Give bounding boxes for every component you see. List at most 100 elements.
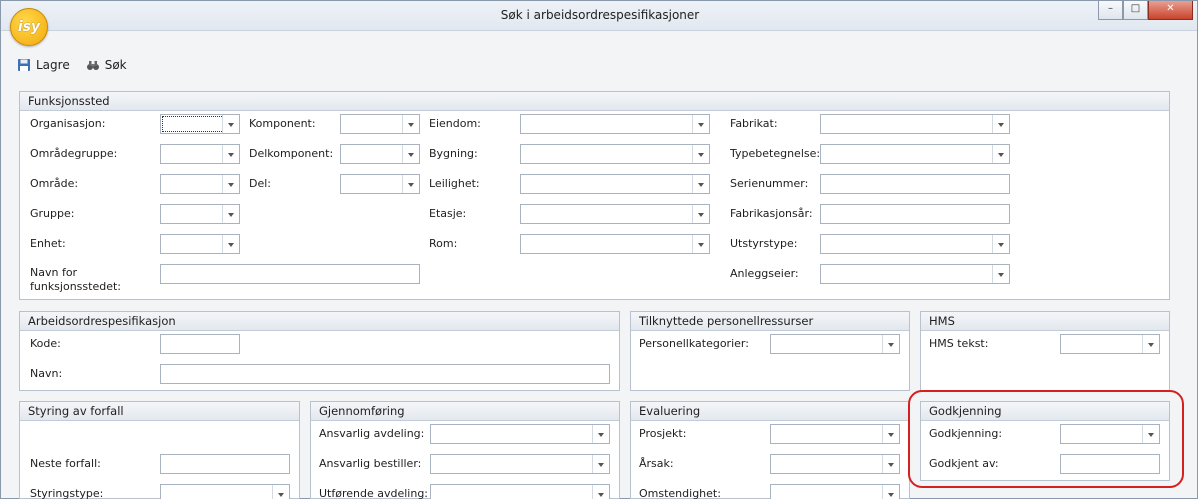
group-title: Tilknyttede personellressurser [631,312,909,331]
maximize-button[interactable]: □ [1123,1,1148,20]
chevron-down-icon[interactable] [222,115,239,133]
delkomponent-combo[interactable] [340,144,420,164]
label-navn: Navn: [30,367,63,380]
chevron-down-icon[interactable] [402,115,419,133]
arsak-combo[interactable] [770,454,900,474]
label-ansvarlig-avdeling: Ansvarlig avdeling: [319,427,425,440]
label-komponent: Komponent: [249,117,316,130]
chevron-down-icon[interactable] [882,425,899,443]
chevron-down-icon[interactable] [402,145,419,163]
fabrikat-combo[interactable] [820,114,1010,134]
bygning-combo[interactable] [520,144,710,164]
label-serienummer: Serienummer: [730,177,809,190]
omrade-combo[interactable] [160,174,240,194]
chevron-down-icon[interactable] [692,175,709,193]
chevron-down-icon[interactable] [402,175,419,193]
minimize-button[interactable]: – [1098,1,1123,20]
toolbar: Lagre Søk [1,51,1197,79]
label-arsak: Årsak: [639,457,674,470]
chevron-down-icon[interactable] [692,235,709,253]
isy-logo[interactable]: isy [10,8,48,46]
ansvarlig-avdeling-combo[interactable] [430,424,610,444]
hms-tekst-combo[interactable] [1060,334,1160,354]
chevron-down-icon[interactable] [222,235,239,253]
utstyrstype-combo[interactable] [820,234,1010,254]
label-personellkategorier: Personellkategorier: [639,337,749,350]
close-button[interactable]: ✕ [1148,1,1193,20]
typebetegnelse-combo[interactable] [820,144,1010,164]
prosjekt-combo[interactable] [770,424,900,444]
label-fabrikasjonsar: Fabrikasjonsår: [730,207,813,220]
label-neste-forfall: Neste forfall: [30,457,101,470]
chevron-down-icon[interactable] [222,145,239,163]
omstendighet-combo[interactable] [770,484,900,499]
label-anleggseier: Anleggseier: [730,267,799,280]
chevron-down-icon[interactable] [992,235,1009,253]
omradegruppe-combo[interactable] [160,144,240,164]
label-styringstype: Styringstype: [30,487,104,499]
chevron-down-icon[interactable] [692,205,709,223]
chevron-down-icon[interactable] [592,455,609,473]
rom-combo[interactable] [520,234,710,254]
etasje-combo[interactable] [520,204,710,224]
gruppe-combo[interactable] [160,204,240,224]
label-rom: Rom: [429,237,458,250]
kode-input[interactable] [160,334,240,354]
label-gruppe: Gruppe: [30,207,75,220]
logo-text: isy [17,19,41,35]
label-utstyrstype: Utstyrstype: [730,237,798,250]
label-typebetegnelse: Typebetegnelse: [730,147,821,160]
chevron-down-icon[interactable] [882,455,899,473]
chevron-down-icon[interactable] [992,265,1009,283]
enhet-combo[interactable] [160,234,240,254]
chevron-down-icon[interactable] [882,485,899,499]
anleggseier-combo[interactable] [820,264,1010,284]
eiendom-combo[interactable] [520,114,710,134]
chevron-down-icon[interactable] [692,115,709,133]
label-etasje: Etasje: [429,207,467,220]
neste-forfall-input[interactable] [160,454,290,474]
personellkategorier-combo[interactable] [770,334,900,354]
search-button[interactable]: Søk [86,58,127,72]
label-hms-tekst: HMS tekst: [929,337,989,350]
chevron-down-icon[interactable] [272,485,289,499]
chevron-down-icon[interactable] [222,205,239,223]
navn-funksjonssted-input[interactable] [160,264,420,284]
label-navn-line1: Navn for [30,266,78,279]
save-label: Lagre [36,58,70,72]
chevron-down-icon[interactable] [592,485,609,499]
komponent-combo[interactable] [340,114,420,134]
highlight-annotation [908,390,1184,488]
label-omradegruppe: Områdegruppe: [30,147,118,160]
chevron-down-icon[interactable] [882,335,899,353]
label-utforende-avdeling: Utførende avdeling: [319,487,429,499]
label-del: Del: [249,177,271,190]
navn-input[interactable] [160,364,610,384]
chevron-down-icon[interactable] [992,115,1009,133]
window-controls: – □ ✕ [1098,1,1193,21]
serienummer-input[interactable] [820,174,1010,194]
label-navn-line2: funksjonsstedet: [30,280,121,293]
utforende-avdeling-combo[interactable] [430,484,610,499]
styringstype-combo[interactable] [160,484,290,499]
window-title: Søk i arbeidsordrespesifikasjoner [500,8,700,22]
label-ansvarlig-bestiller: Ansvarlig bestiller: [319,457,422,470]
save-button[interactable]: Lagre [17,58,70,72]
group-title: Funksjonssted [20,92,1169,111]
chevron-down-icon[interactable] [1142,335,1159,353]
ansvarlig-bestiller-combo[interactable] [430,454,610,474]
organisasjon-combo[interactable] [160,114,240,134]
leilighet-combo[interactable] [520,174,710,194]
label-omstendighet: Omstendighet: [639,487,721,499]
chevron-down-icon[interactable] [222,175,239,193]
fabrikasjonsar-input[interactable] [820,204,1010,224]
group-title: HMS [921,312,1169,331]
del-combo[interactable] [340,174,420,194]
chevron-down-icon[interactable] [992,145,1009,163]
chevron-down-icon[interactable] [692,145,709,163]
label-prosjekt: Prosjekt: [639,427,687,440]
chevron-down-icon[interactable] [592,425,609,443]
title-bar: Søk i arbeidsordrespesifikasjoner – □ ✕ [1,1,1197,31]
floppy-disk-icon [18,59,30,71]
search-label: Søk [104,58,127,72]
